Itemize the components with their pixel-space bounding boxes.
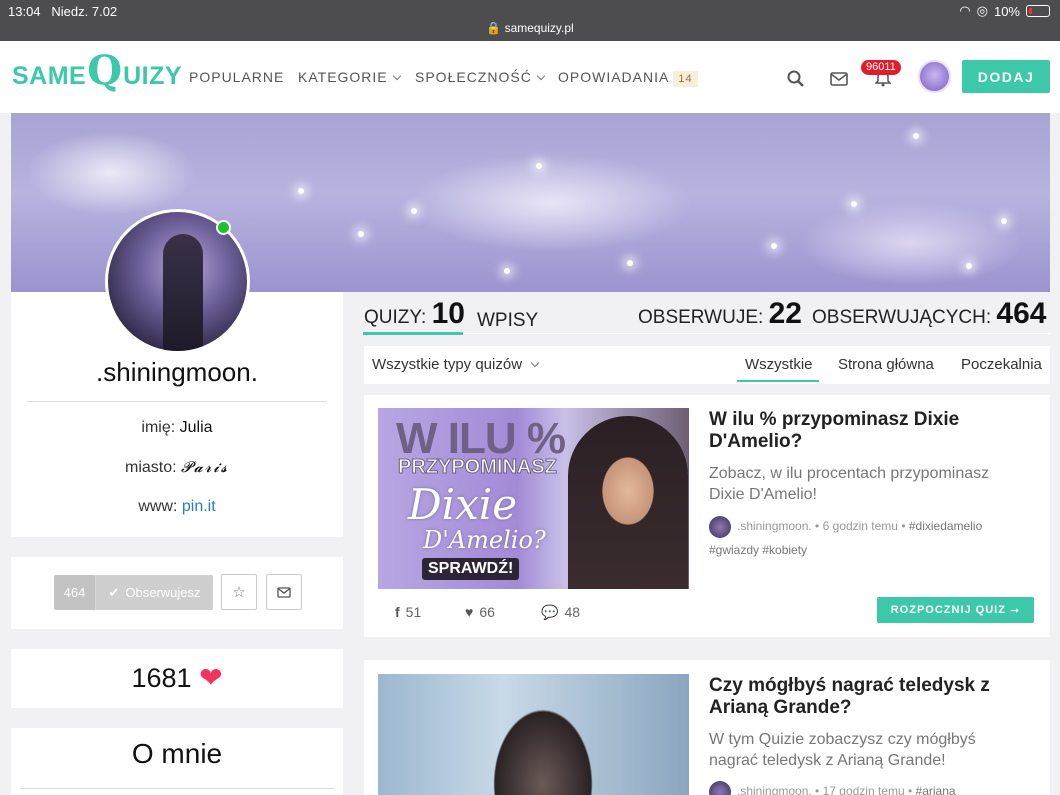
comment-count[interactable]: 💬 48 <box>541 604 580 621</box>
profile-likes: 1681 ❤ <box>131 662 223 693</box>
quiz-thumbnail[interactable] <box>378 674 689 795</box>
like-count[interactable]: ♥ 66 <box>465 604 495 620</box>
quiz-tags[interactable]: #gwiazdy #kobiety <box>709 543 807 557</box>
active-tab-underline <box>363 332 463 335</box>
check-icon: ✔ <box>108 584 120 600</box>
nav-spolecznosc[interactable]: SPOŁECZNOŚĆ <box>415 69 546 85</box>
nav-kategorie[interactable]: KATEGORIE <box>298 69 401 85</box>
quiz-meta: .shiningmoon. • 6 godzin temu • #dixieda… <box>709 516 982 538</box>
profile-username: .shiningmoon. <box>96 357 258 387</box>
profile-www-row: www: pin.it <box>138 498 216 515</box>
author-avatar <box>709 781 731 795</box>
status-time: 13:04 Niedz. 7.02 <box>8 4 118 19</box>
nav-opowiadania[interactable]: OPOWIADANIA 14 <box>558 69 698 87</box>
quiz-description: W tym Quizie zobaczysz czy mógłbyś nagra… <box>709 731 976 769</box>
mail-icon <box>277 586 291 598</box>
favorite-star-button[interactable]: ☆ <box>221 574 257 610</box>
chevron-down-icon <box>392 71 401 81</box>
status-icons: ◠ ◎ 10% <box>959 3 1050 19</box>
facebook-icon: f <box>395 604 400 620</box>
share-count[interactable]: f 51 <box>395 604 421 620</box>
mail-icon[interactable] <box>830 72 848 86</box>
quiz-author[interactable]: .shiningmoon. <box>737 519 812 533</box>
comments-icon: 💬 <box>541 604 559 620</box>
tab-poczekalnia[interactable]: Poczekalnia <box>961 356 1042 373</box>
quiz-description: Zobacz, w ilu procentach przypominasz Di… <box>709 465 990 503</box>
chevron-down-icon <box>536 71 546 81</box>
active-tab-underline <box>737 380 819 382</box>
tab-quizy[interactable]: QUIZY: 10 <box>364 297 465 331</box>
stats-line <box>364 333 1050 334</box>
follow-button-group[interactable]: 464 ✔ Obserwujesz <box>54 575 213 610</box>
user-avatar[interactable] <box>918 60 951 93</box>
notification-count-badge: 96011 <box>861 60 901 75</box>
star-icon: ☆ <box>232 584 246 601</box>
quiz-meta: .shiningmoon. • 17 godzin temu • #ariana <box>709 781 956 795</box>
quiz-type-select[interactable]: Wszystkie typy quizów <box>372 356 540 373</box>
profile-name-row: imię: Julia <box>141 419 213 436</box>
quiz-author[interactable]: .shiningmoon. <box>737 784 812 795</box>
address-bar[interactable]: 🔒 samequizy.pl <box>0 21 1060 35</box>
start-quiz-button[interactable]: ROZPOCZNIJ QUIZ ➞ <box>877 597 1034 623</box>
obserwujacych-stat[interactable]: OBSERWUJĄCYCH: 464 <box>812 297 1046 331</box>
heart-icon: ❤ <box>199 662 223 693</box>
wifi-icon: ◠ <box>959 3 971 18</box>
author-avatar <box>709 516 731 538</box>
online-status-dot <box>216 220 231 235</box>
status-bar: 13:04 Niedz. 7.02 🔒 samequizy.pl ◠ ◎ 10% <box>0 0 1060 41</box>
quiz-tag[interactable]: #ariana <box>916 784 956 795</box>
about-title: O mnie <box>131 738 223 769</box>
battery-percent: 10% <box>993 3 1020 19</box>
quiz-tag[interactable]: #dixiedamelio <box>909 519 982 533</box>
site-logo[interactable]: SAME Q UIZY <box>12 51 182 91</box>
nav-popularne[interactable]: POPULARNE <box>189 69 284 85</box>
quiz-title[interactable]: Czy mógłbyś nagrać teledysk z Arianą Gra… <box>709 675 1029 719</box>
tab-strona-glowna[interactable]: Strona główna <box>838 356 934 373</box>
search-icon[interactable] <box>787 70 804 87</box>
divider <box>27 401 327 402</box>
followers-count: 464 <box>54 575 96 610</box>
quiz-filter-bar: Wszystkie typy quizów <box>364 346 1050 384</box>
tab-wszystkie[interactable]: Wszystkie <box>745 356 813 373</box>
profile-website-link[interactable]: pin.it <box>182 498 216 515</box>
arrow-right-icon: ➞ <box>1010 604 1021 617</box>
add-button[interactable]: DODAJ <box>962 60 1050 93</box>
profile-city-row: miasto: 𝓟𝓪𝓻𝓲𝓼 <box>125 458 229 476</box>
heart-icon: ♥ <box>465 604 474 620</box>
message-button[interactable] <box>266 574 302 610</box>
opowiadania-count-badge: 14 <box>673 71 698 87</box>
quiz-thumbnail[interactable]: W ILU % PRZYPOMINASZ Dixie D'Amelio? SPR… <box>378 408 689 589</box>
top-navbar: SAME Q UIZY POPULARNE KATEGORIE SPOŁECZNOŚ… <box>0 41 1060 113</box>
obserwuje-stat[interactable]: OBSERWUJE: 22 <box>638 297 802 331</box>
quiz-title[interactable]: W ilu % przypominasz Dixie D'Amelio? <box>709 409 1029 453</box>
battery-icon <box>1026 5 1050 17</box>
divider <box>20 788 334 789</box>
lock-rotation-icon: ◎ <box>976 3 988 18</box>
following-button[interactable]: ✔ Obserwujesz <box>96 575 213 610</box>
chevron-down-icon <box>530 358 540 368</box>
tab-wpisy[interactable]: WPISY <box>477 310 538 332</box>
